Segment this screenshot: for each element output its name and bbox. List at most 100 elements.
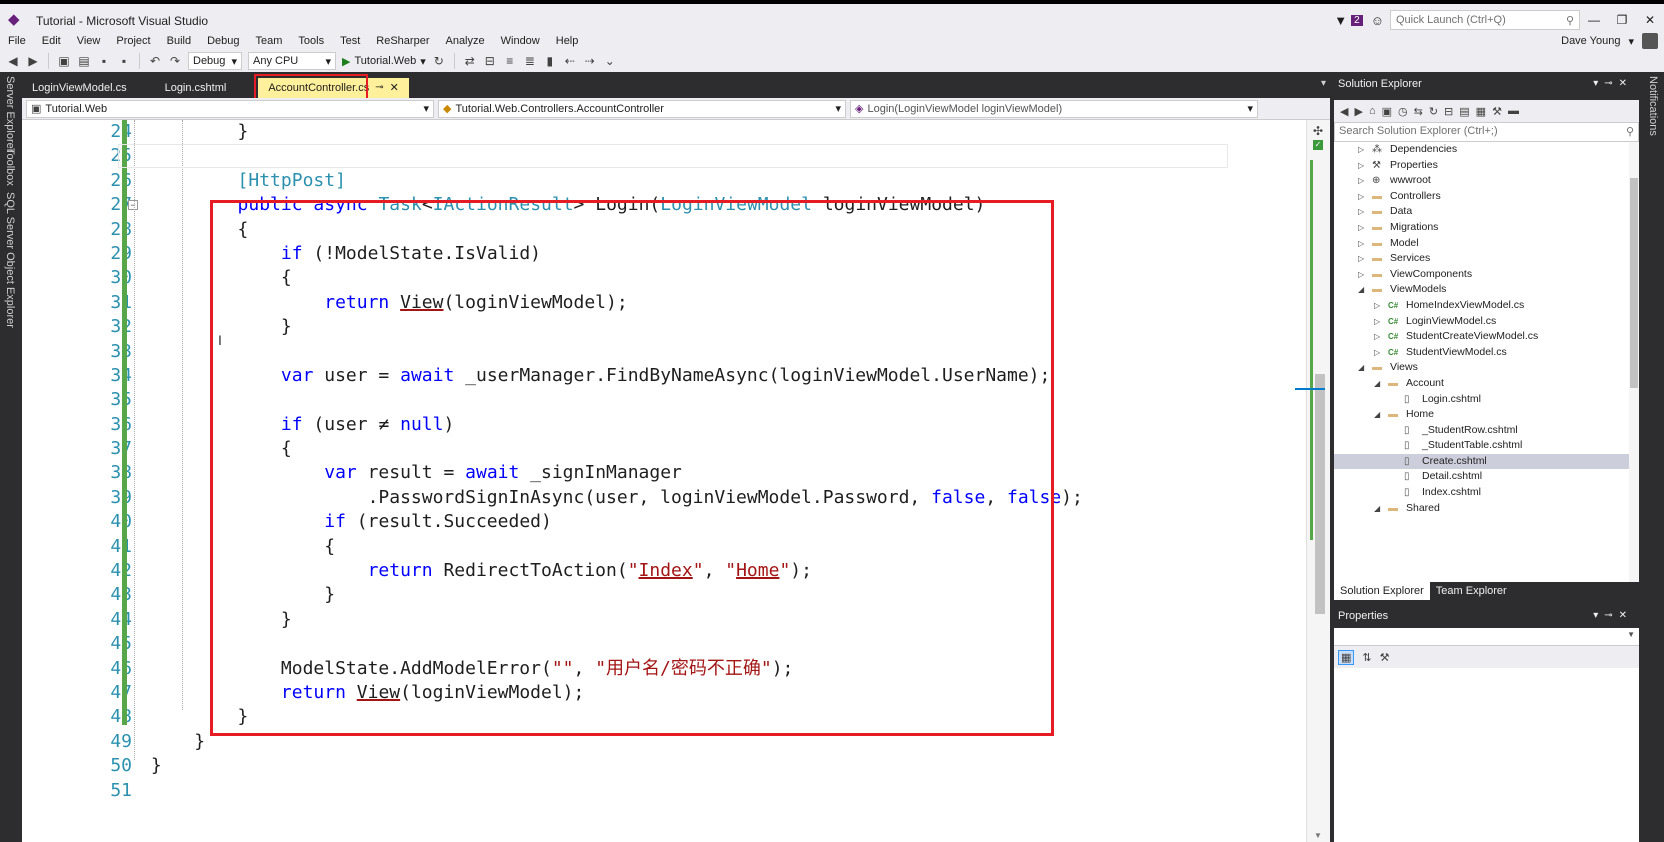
menu-file[interactable]: File xyxy=(0,32,34,50)
minus-icon[interactable]: ▬ xyxy=(1508,105,1519,117)
sql-server-object-explorer-tab[interactable]: SQL Server Object Explorer xyxy=(4,192,16,328)
menu-analyze[interactable]: Analyze xyxy=(437,32,492,50)
expanded-arrow-icon[interactable]: ◢ xyxy=(1358,360,1364,376)
close-window-button[interactable]: ✕ xyxy=(1636,13,1664,27)
refresh-icon[interactable]: ↻ xyxy=(432,54,446,68)
collapsed-arrow-icon[interactable]: ▷ xyxy=(1374,345,1380,361)
restore-button[interactable]: ❐ xyxy=(1608,13,1636,27)
toolbox-tab[interactable]: Toolbox xyxy=(4,148,16,186)
editor-vertical-scrollbar[interactable]: ✣ ✓ ▼ xyxy=(1295,120,1330,842)
tree-item[interactable]: ▯ _StudentRow.cshtml xyxy=(1334,423,1639,439)
properties-icon[interactable]: ⚒ xyxy=(1492,105,1502,118)
tree-item[interactable]: ◢ ▬ Home xyxy=(1334,407,1639,423)
menu-resharper[interactable]: ReSharper xyxy=(368,32,437,50)
menu-window[interactable]: Window xyxy=(493,32,548,50)
collapsed-arrow-icon[interactable]: ▷ xyxy=(1358,236,1364,252)
redo-icon[interactable]: ↷ xyxy=(168,54,182,68)
categorized-icon[interactable]: ▦ xyxy=(1338,649,1355,665)
tree-item[interactable]: ▷ C# LoginViewModel.cs xyxy=(1334,314,1639,330)
panel-window-buttons[interactable]: ▾⊸✕ xyxy=(1593,606,1633,626)
save-all-icon[interactable]: ▪ xyxy=(117,54,131,68)
back-icon[interactable]: ◀ xyxy=(1340,105,1348,118)
menu-view[interactable]: View xyxy=(69,32,109,50)
navigate-forward-icon[interactable]: ▶ xyxy=(26,54,40,68)
tree-item[interactable]: ◢ ▬ Shared xyxy=(1334,501,1639,517)
menu-test[interactable]: Test xyxy=(332,32,368,50)
collapsed-arrow-icon[interactable]: ▷ xyxy=(1358,204,1364,220)
tree-item[interactable]: ▷ ▬ Services xyxy=(1334,251,1639,267)
collapsed-arrow-icon[interactable]: ▷ xyxy=(1374,298,1380,314)
collapsed-arrow-icon[interactable]: ▷ xyxy=(1358,267,1364,283)
toolbar-overflow-icon[interactable]: ⌄ xyxy=(603,54,617,68)
tree-item[interactable]: ◢ ▬ Account xyxy=(1334,376,1639,392)
tree-item[interactable]: ▷ ▬ Migrations xyxy=(1334,220,1639,236)
tab-solution-explorer[interactable]: Solution Explorer xyxy=(1334,582,1430,600)
feedback-icon[interactable]: ☺ xyxy=(1371,13,1384,28)
type-dropdown[interactable]: ◆ Tutorial.Web.Controllers.AccountControl… xyxy=(438,99,846,118)
project-dropdown[interactable]: ▣ Tutorial.Web ▾ xyxy=(26,99,434,118)
collapse-all-icon[interactable]: ⊟ xyxy=(1444,105,1453,118)
split-view-icon[interactable]: ✣ xyxy=(1313,124,1323,138)
tree-scrollbar[interactable] xyxy=(1629,142,1639,582)
close-icon[interactable]: ✕ xyxy=(390,78,399,98)
tree-item[interactable]: ▷ C# HomeIndexViewModel.cs xyxy=(1334,298,1639,314)
alphabetical-icon[interactable]: ⇅ xyxy=(1362,651,1371,664)
server-explorer-tab[interactable]: Server Explorer xyxy=(4,76,16,152)
tab-loginviewmodel-cs[interactable]: LoginViewModel.cs xyxy=(22,78,137,98)
menu-help[interactable]: Help xyxy=(548,32,587,50)
history-icon[interactable]: ◷ xyxy=(1398,105,1408,118)
expanded-arrow-icon[interactable]: ◢ xyxy=(1358,282,1364,298)
preview-icon[interactable]: ▦ xyxy=(1476,105,1486,118)
notifications-tab[interactable]: Notifications xyxy=(1647,76,1659,136)
user-account[interactable]: Dave Young ▾ xyxy=(1561,32,1658,50)
save-icon[interactable]: ▪ xyxy=(97,54,111,68)
tree-item[interactable]: ▯ _StudentTable.cshtml xyxy=(1334,438,1639,454)
comment-icon[interactable]: ≡ xyxy=(503,54,517,68)
collapse-region-icon[interactable]: − xyxy=(128,200,138,210)
start-debugging-button[interactable]: ▶ Tutorial.Web ▾ xyxy=(342,55,426,68)
collapsed-arrow-icon[interactable]: ▷ xyxy=(1358,173,1364,189)
tree-item[interactable]: ▷ ▬ Model xyxy=(1334,236,1639,252)
bookmark-next-icon[interactable]: ⇢ xyxy=(583,54,597,68)
forward-icon[interactable]: ▶ xyxy=(1354,105,1362,118)
filter-notifications-icon[interactable]: ▼ xyxy=(1334,13,1347,28)
uncomment-icon[interactable]: ≣ xyxy=(523,54,537,68)
bookmark-icon[interactable]: ▮ xyxy=(543,54,557,68)
properties-object-select[interactable]: ▼ xyxy=(1334,628,1639,646)
property-pages-icon[interactable]: ⚒ xyxy=(1380,651,1390,664)
tree-item[interactable]: ▯ Create.cshtml xyxy=(1334,453,1639,470)
menu-debug[interactable]: Debug xyxy=(199,32,247,50)
tree-item[interactable]: ▷ ⁂ Dependencies xyxy=(1334,142,1639,158)
tree-scrollbar-thumb[interactable] xyxy=(1630,178,1638,388)
collapsed-arrow-icon[interactable]: ▷ xyxy=(1358,251,1364,267)
menu-project[interactable]: Project xyxy=(108,32,158,50)
notification-count-badge[interactable]: 2 xyxy=(1351,14,1363,26)
tree-item[interactable]: ▯ Login.cshtml xyxy=(1334,392,1639,408)
tab-list-dropdown-icon[interactable]: ▾ xyxy=(1321,78,1326,89)
tree-item[interactable]: ▯ Index.cshtml xyxy=(1334,485,1639,501)
tree-item[interactable]: ▷ ⚒ Properties xyxy=(1334,158,1639,174)
member-dropdown[interactable]: ◈ Login(LoginViewModel loginViewModel) ▾ xyxy=(850,99,1258,118)
tree-item[interactable]: ◢ ▬ Views xyxy=(1334,360,1639,376)
quick-launch-input[interactable]: Quick Launch (Ctrl+Q) ⚲ xyxy=(1390,10,1580,30)
collapsed-arrow-icon[interactable]: ▷ xyxy=(1358,220,1364,236)
code-editor[interactable]: 24 25 26 27 28 29 30 31 32 33 34 35 36 3… xyxy=(22,120,1330,842)
tab-team-explorer[interactable]: Team Explorer xyxy=(1430,582,1513,600)
solution-explorer-search[interactable]: Search Solution Explorer (Ctrl+;) ⚲ xyxy=(1334,122,1639,142)
menu-team[interactable]: Team xyxy=(248,32,291,50)
undo-icon[interactable]: ↶ xyxy=(148,54,162,68)
collapsed-arrow-icon[interactable]: ▷ xyxy=(1358,189,1364,205)
minimize-button[interactable]: — xyxy=(1580,13,1608,27)
browser-link-icon[interactable]: ⇄ xyxy=(463,54,477,68)
tree-item[interactable]: ▷ C# StudentCreateViewModel.cs xyxy=(1334,329,1639,345)
navigate-back-icon[interactable]: ◀ xyxy=(6,54,20,68)
collapsed-arrow-icon[interactable]: ▷ xyxy=(1358,158,1364,174)
menu-edit[interactable]: Edit xyxy=(34,32,69,50)
bookmark-prev-icon[interactable]: ⇠ xyxy=(563,54,577,68)
tree-item[interactable]: ▷ ▬ Controllers xyxy=(1334,189,1639,205)
panel-window-buttons[interactable]: ▾⊸✕ xyxy=(1593,74,1633,94)
home-icon[interactable]: ⌂ xyxy=(1369,105,1376,117)
tree-item[interactable]: ▷ ▬ Data xyxy=(1334,204,1639,220)
collapsed-arrow-icon[interactable]: ▷ xyxy=(1374,329,1380,345)
menu-tools[interactable]: Tools xyxy=(290,32,332,50)
